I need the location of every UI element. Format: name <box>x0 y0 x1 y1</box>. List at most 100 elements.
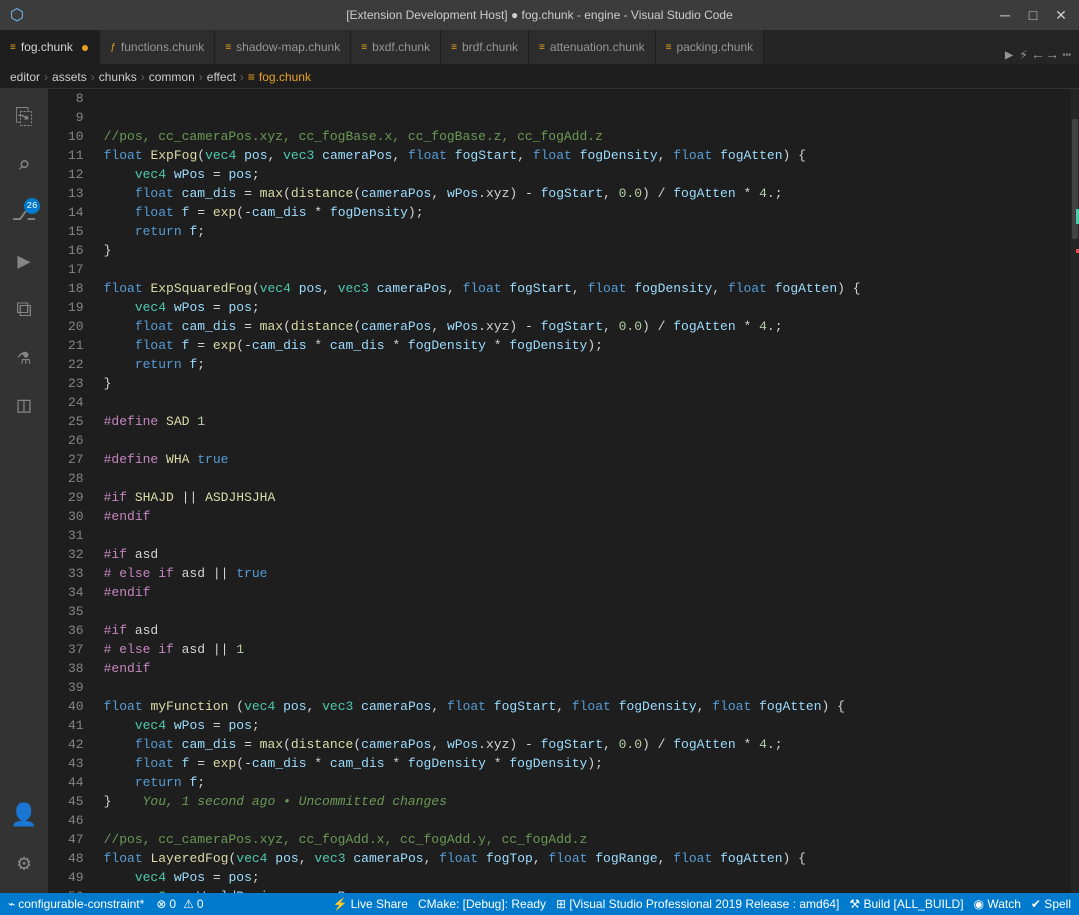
status-spell[interactable]: ✔ Spell <box>1031 897 1071 911</box>
main-area: ⎘⌕⎇26▶⧉⚗◫ 👤 ⚙ 89101112131415161718192021… <box>0 89 1079 893</box>
breadcrumb: editor › assets › chunks › common › effe… <box>0 65 1079 89</box>
code-line <box>104 602 1071 621</box>
navigate-back-icon[interactable]: ← <box>1034 48 1042 64</box>
tab-file-icon: ≡ <box>10 42 16 53</box>
breadcrumb-part[interactable]: common <box>149 70 195 84</box>
code-line: # else if asd || 1 <box>104 640 1071 659</box>
activity-icon-explorer[interactable]: ⎘ <box>0 94 48 142</box>
remote-label: configurable-constraint* <box>18 897 144 911</box>
code-line: #if SHAJD || ASDJHSJHA <box>104 488 1071 507</box>
code-line: float cam_dis = max(distance(cameraPos, … <box>104 735 1071 754</box>
status-errors[interactable]: ⊗ 0 ⚠ 0 <box>156 897 203 911</box>
line-number: 48 <box>68 849 84 868</box>
code-line: vec4 wPos = pos; <box>104 165 1071 184</box>
code-editor[interactable]: 8910111213141516171819202122232425262728… <box>48 89 1071 893</box>
tab-label: packing.chunk <box>676 40 753 54</box>
tab-packing[interactable]: ≡ packing.chunk <box>656 30 765 64</box>
tab-shadow-map[interactable]: ≡shadow-map.chunk <box>215 30 351 64</box>
code-line: float f = exp(-cam_dis * fogDensity); <box>104 203 1071 222</box>
status-liveshare[interactable]: ⚡ Live Share <box>333 897 408 911</box>
line-number: 39 <box>68 678 84 697</box>
line-number: 13 <box>68 184 84 203</box>
code-content: 8910111213141516171819202122232425262728… <box>48 89 1071 893</box>
navigate-forward-icon[interactable]: → <box>1048 48 1056 64</box>
line-number: 17 <box>68 260 84 279</box>
code-line: vec4 wPos = pos; <box>104 298 1071 317</box>
status-watch[interactable]: ◉ Watch <box>974 897 1021 911</box>
line-number: 8 <box>68 89 84 108</box>
breadcrumb-part[interactable]: chunks <box>99 70 137 84</box>
liveshare-icon: ⚡ <box>333 897 348 911</box>
line-number: 27 <box>68 450 84 469</box>
line-number: 28 <box>68 469 84 488</box>
tab-brdf[interactable]: ≡brdf.chunk <box>441 30 529 64</box>
code-line <box>104 393 1071 412</box>
minimize-button[interactable]: ─ <box>995 7 1015 24</box>
line-number: 46 <box>68 811 84 830</box>
scrollbar[interactable] <box>1071 89 1079 893</box>
code-line: vec3 camWorldProj = cameraPos.xyz; <box>104 887 1071 893</box>
breadcrumb-part[interactable]: effect <box>207 70 236 84</box>
activity-icon-test[interactable]: ⚗ <box>0 334 48 382</box>
breadcrumb-part[interactable]: assets <box>52 70 87 84</box>
file-icon: ≡ <box>248 70 255 84</box>
tab-label: brdf.chunk <box>462 40 518 54</box>
code-lines[interactable]: //pos, cc_cameraPos.xyz, cc_fogBase.x, c… <box>94 89 1071 893</box>
code-line: float myFunction (vec4 pos, vec3 cameraP… <box>104 697 1071 716</box>
tab-functions[interactable]: ƒfunctions.chunk <box>100 30 215 64</box>
code-line <box>104 811 1071 830</box>
activity-icon-run[interactable]: ▶ <box>0 238 48 286</box>
line-number: 11 <box>68 146 84 165</box>
line-number: 36 <box>68 621 84 640</box>
activity-icon-source-control[interactable]: ⎇26 <box>0 190 48 238</box>
tab-fog[interactable]: ≡fog.chunk● <box>0 30 100 64</box>
error-icon: ⊗ <box>156 897 166 911</box>
line-number: 22 <box>68 355 84 374</box>
status-build[interactable]: ⚒ Build [ALL_BUILD] <box>849 897 963 911</box>
window-title: [Extension Development Host] ● fog.chunk… <box>346 8 733 22</box>
code-line: #if asd <box>104 545 1071 564</box>
warning-icon: ⚠ <box>183 897 194 911</box>
activity-icon-settings[interactable]: ⚙ <box>0 840 48 888</box>
code-line <box>104 89 1071 108</box>
editor-area: 8910111213141516171819202122232425262728… <box>48 89 1079 893</box>
line-number: 30 <box>68 507 84 526</box>
tab-file-icon: ƒ <box>110 42 116 53</box>
code-line: return f; <box>104 355 1071 374</box>
code-line: //pos, cc_cameraPos.xyz, cc_fogAdd.x, cc… <box>104 830 1071 849</box>
code-line: #endif <box>104 583 1071 602</box>
tab-file-icon: ≡ <box>225 42 231 53</box>
code-line: #define WHA true <box>104 450 1071 469</box>
status-remote[interactable]: ⌁ configurable-constraint* <box>8 897 144 911</box>
status-cmake[interactable]: CMake: [Debug]: Ready <box>418 897 546 911</box>
activity-icon-accounts[interactable]: 👤 <box>0 792 48 840</box>
activity-icon-search[interactable]: ⌕ <box>0 142 48 190</box>
line-number: 44 <box>68 773 84 792</box>
tab-attenuation[interactable]: ≡attenuation.chunk <box>529 30 656 64</box>
line-number: 29 <box>68 488 84 507</box>
restore-button[interactable]: □ <box>1023 7 1043 24</box>
vscode-logo: ⬡ <box>10 5 24 25</box>
status-vs[interactable]: ⊞ [Visual Studio Professional 2019 Relea… <box>556 897 839 911</box>
activity-icon-extensions[interactable]: ⧉ <box>0 286 48 334</box>
code-line: return f; <box>104 773 1071 792</box>
activity-icon-remote[interactable]: ◫ <box>0 382 48 430</box>
run-icon[interactable]: ▶ <box>1005 47 1013 64</box>
line-number: 16 <box>68 241 84 260</box>
close-button[interactable]: ✕ <box>1051 7 1071 24</box>
line-number: 21 <box>68 336 84 355</box>
tab-file-icon: ≡ <box>666 42 672 53</box>
code-line: return f; <box>104 222 1071 241</box>
line-number: 34 <box>68 583 84 602</box>
code-line: #define SAD 1 <box>104 412 1071 431</box>
tab-bxdf[interactable]: ≡bxdf.chunk <box>351 30 441 64</box>
window-controls: ─ □ ✕ <box>995 7 1071 24</box>
breadcrumb-part[interactable]: editor <box>10 70 40 84</box>
code-line <box>104 108 1071 127</box>
line-number: 49 <box>68 868 84 887</box>
line-number: 37 <box>68 640 84 659</box>
debug-icon[interactable]: ⚡ <box>1019 47 1027 64</box>
more-actions-icon[interactable]: ⋯ <box>1063 47 1071 64</box>
status-bar: ⌁ configurable-constraint* ⊗ 0 ⚠ 0 ⚡ Liv… <box>0 893 1079 915</box>
line-number: 38 <box>68 659 84 678</box>
